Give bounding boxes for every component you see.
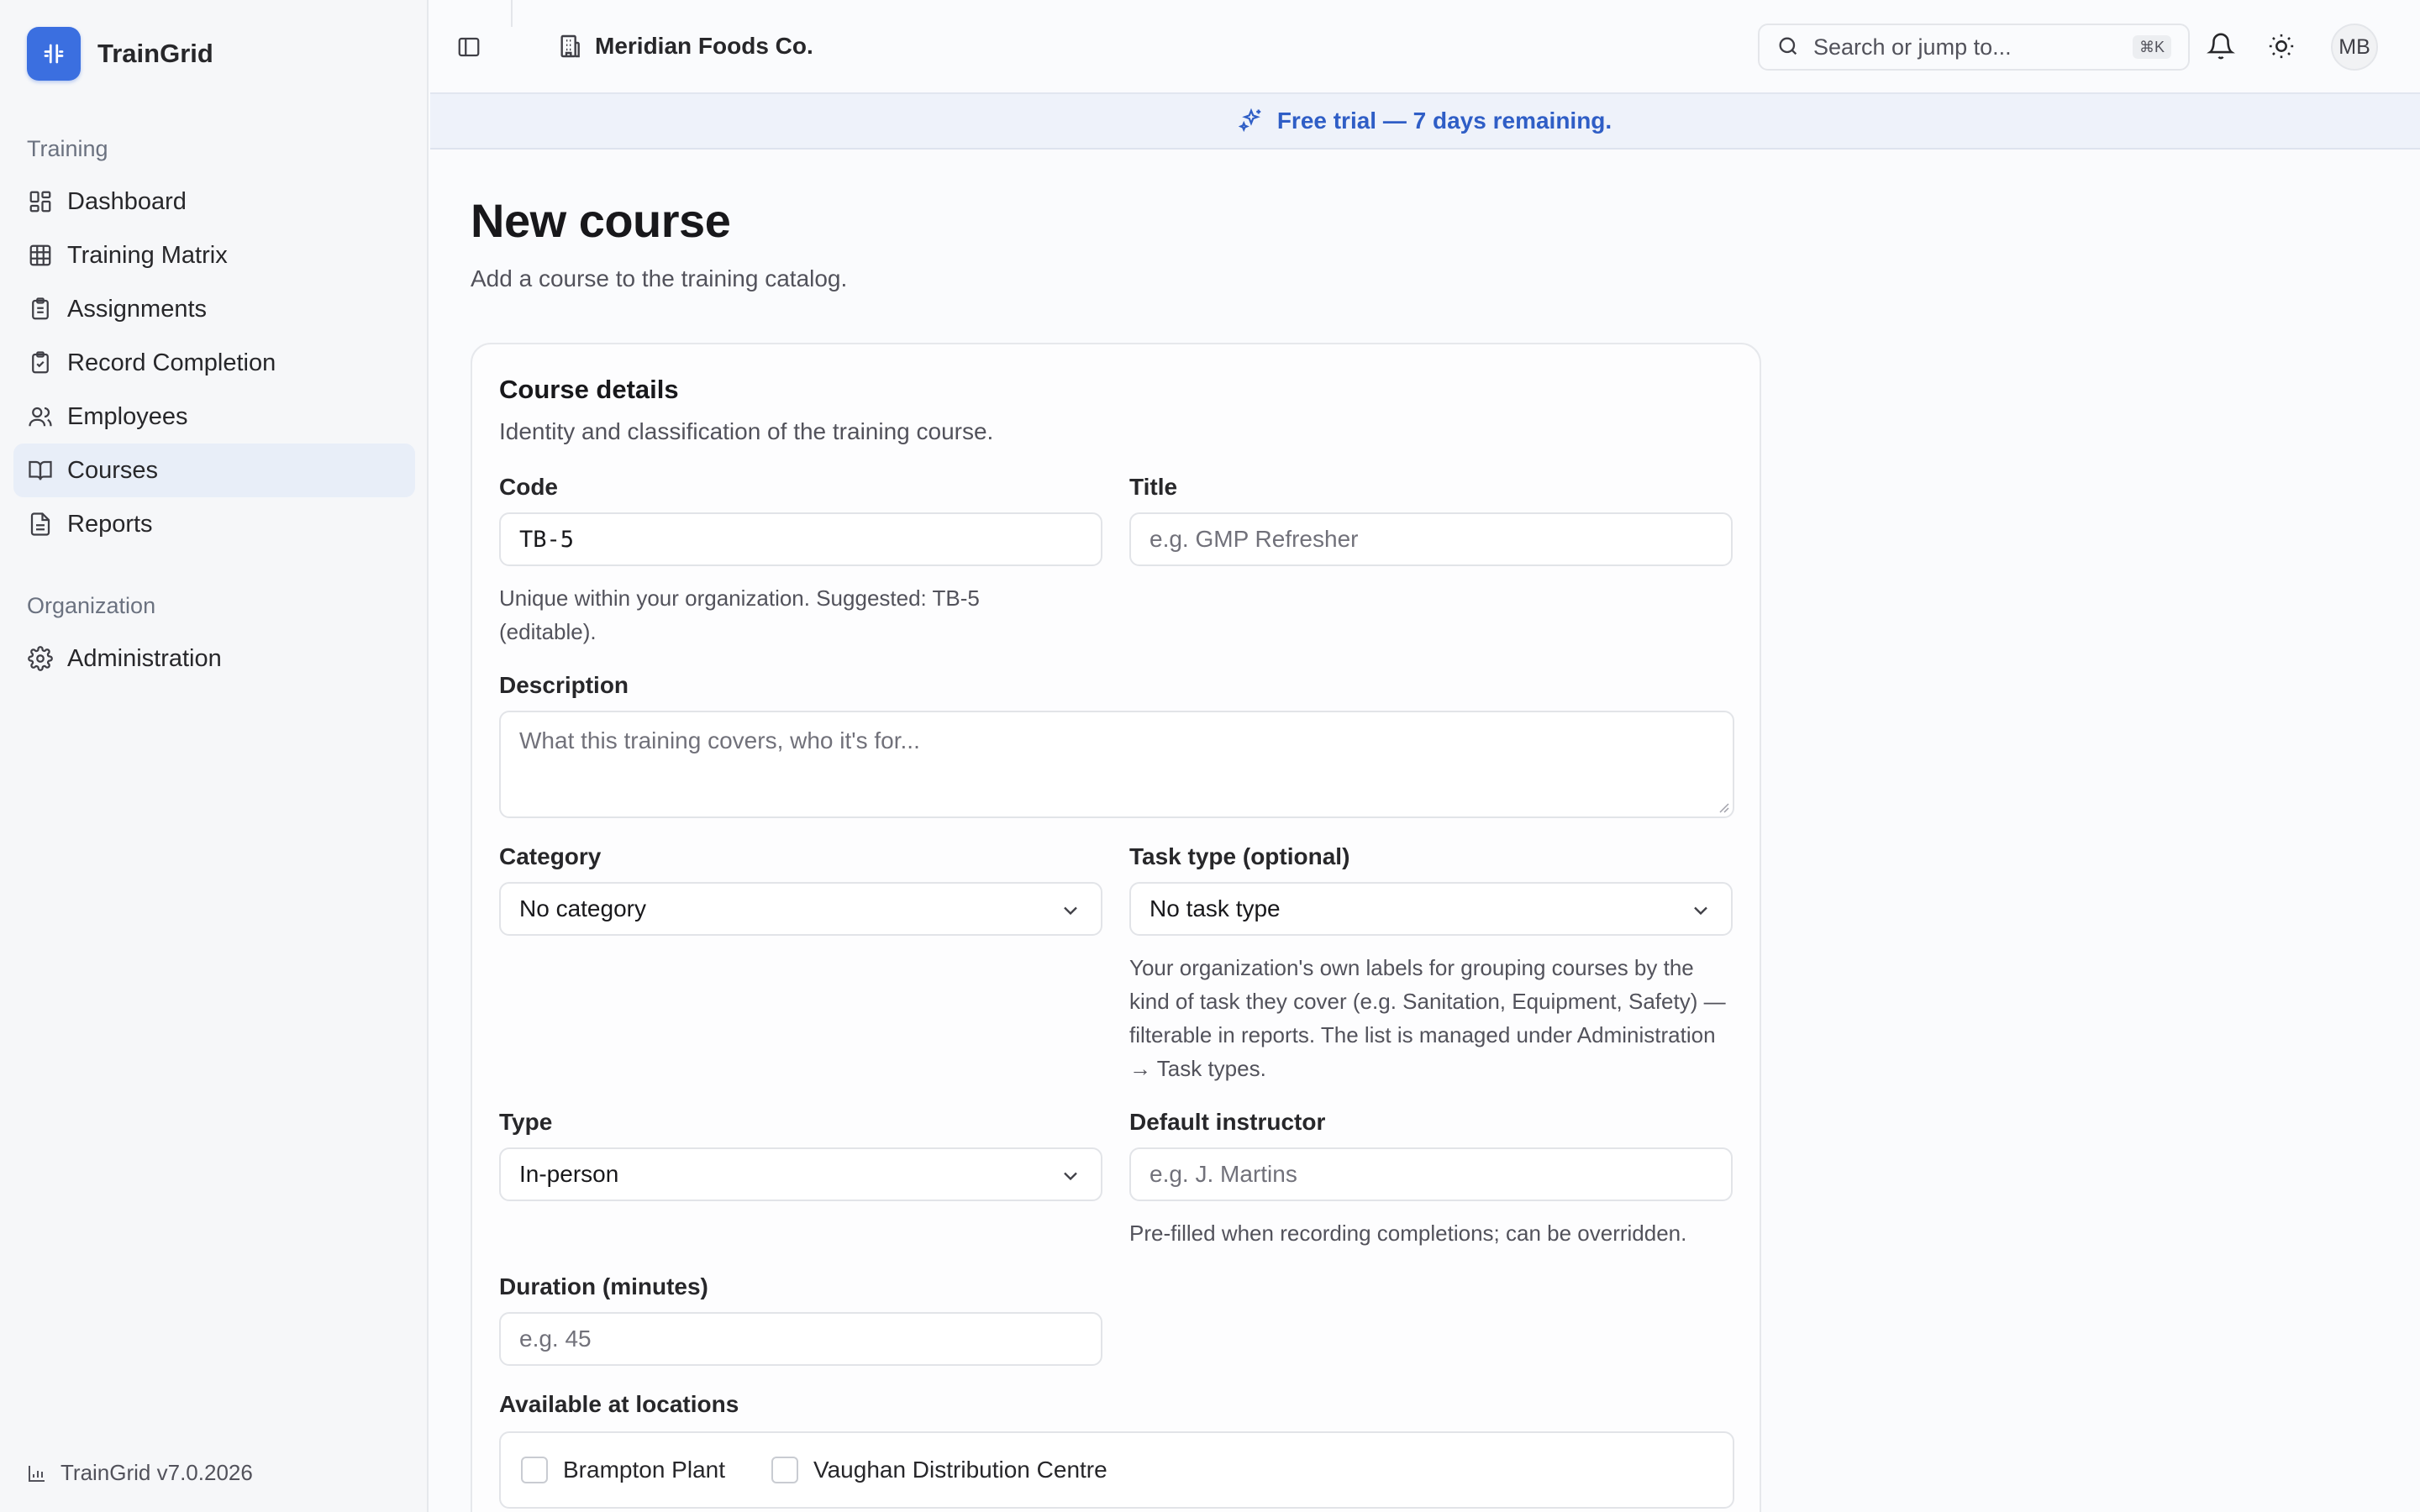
version-text: TrainGrid v7.0.2026 [60, 1460, 253, 1485]
users-icon [27, 403, 54, 430]
version-label: TrainGrid v7.0.2026 [27, 1460, 253, 1486]
code-input[interactable]: TB-5 [499, 512, 1102, 566]
sidebar-item-training-matrix[interactable]: Training Matrix [13, 228, 415, 282]
banner-text: Free trial — 7 days remaining. [1276, 108, 1612, 134]
description-textarea[interactable]: What this training covers, who it's for.… [499, 711, 1734, 818]
description-placeholder: What this training covers, who it's for.… [519, 727, 920, 753]
course-details-card: Course details Identity and classificati… [471, 343, 1761, 1512]
sidebar-item-reports[interactable]: Reports [13, 497, 415, 551]
locations-box: Brampton Plant Vaughan Distribution Cent… [499, 1431, 1734, 1509]
category-value: No category [519, 895, 646, 921]
nav-group-organization: Organization [27, 593, 156, 618]
sparkles-icon [1238, 108, 1265, 134]
instructor-input[interactable]: e.g. J. Martins [1129, 1147, 1733, 1201]
sidebar-item-record-completion[interactable]: Record Completion [13, 336, 415, 390]
sidebar-toggle-button[interactable] [454, 32, 484, 62]
section-title: Course details [499, 375, 679, 404]
location-option-vaughan[interactable]: Vaughan Distribution Centre [771, 1457, 1107, 1483]
section-description: Identity and classification of the train… [499, 418, 994, 444]
sidebar-item-employees[interactable]: Employees [13, 390, 415, 444]
sidebar-item-label: Training Matrix [67, 241, 228, 269]
clipboard-check-icon [27, 349, 54, 376]
sidebar-item-administration[interactable]: Administration [13, 632, 415, 685]
task-type-help: Your organization's own labels for group… [1129, 955, 1726, 1081]
sidebar-item-label: Reports [67, 510, 153, 538]
sidebar-item-label: Dashboard [67, 187, 187, 215]
title-label: Title [1129, 474, 1178, 500]
avatar[interactable]: MB [2331, 24, 2378, 71]
file-icon [27, 511, 54, 538]
instructor-help: Pre-filled when recording completions; c… [1129, 1221, 1687, 1246]
code-label: Code [499, 474, 558, 500]
sun-icon [2269, 34, 2294, 59]
chevron-down-icon [1059, 1164, 1082, 1188]
sidebar: TrainGrid Training Dashboard Training Ma… [0, 0, 429, 1512]
type-value: In-person [519, 1161, 619, 1187]
gear-icon [27, 645, 54, 672]
org-name: Meridian Foods Co. [595, 33, 813, 59]
top-header: Meridian Foods Co. Search or jump to... … [430, 0, 2420, 92]
type-select[interactable]: In-person [499, 1147, 1102, 1201]
search-shortcut-badge: ⌘K [2132, 35, 2171, 59]
duration-label: Duration (minutes) [499, 1273, 708, 1299]
duration-placeholder: e.g. 45 [519, 1326, 592, 1352]
grid-icon [27, 242, 54, 269]
location-label: Brampton Plant [563, 1457, 725, 1483]
title-input[interactable]: e.g. GMP Refresher [1129, 512, 1733, 566]
nav-group-training: Training [27, 136, 108, 161]
sidebar-item-label: Courses [67, 456, 158, 484]
sidebar-item-dashboard[interactable]: Dashboard [13, 175, 415, 228]
app-root: TrainGrid Training Dashboard Training Ma… [0, 0, 2420, 1512]
task-type-select[interactable]: No task type [1129, 882, 1733, 936]
search-placeholder: Search or jump to... [1813, 34, 2012, 60]
chevron-down-icon [1059, 899, 1082, 922]
description-label: Description [499, 672, 629, 698]
type-label: Type [499, 1109, 553, 1135]
task-type-label: Task type (optional) [1129, 843, 1350, 869]
dashboard-icon [27, 188, 54, 215]
book-icon [27, 457, 54, 484]
page-subtitle: Add a course to the training catalog. [471, 265, 848, 291]
org-switcher[interactable]: Meridian Foods Co. [556, 30, 813, 62]
theme-toggle-button[interactable] [2267, 32, 2296, 60]
panel-left-icon [458, 37, 480, 57]
chart-icon [27, 1463, 47, 1483]
sidebar-item-courses[interactable]: Courses [13, 444, 415, 497]
category-select[interactable]: No category [499, 882, 1102, 936]
resize-handle-icon[interactable] [1716, 800, 1729, 813]
clipboard-icon [27, 296, 54, 323]
sidebar-item-label: Administration [67, 644, 222, 672]
code-value: TB-5 [519, 526, 575, 553]
instructor-placeholder: e.g. J. Martins [1150, 1161, 1297, 1187]
duration-input[interactable]: e.g. 45 [499, 1312, 1102, 1366]
instructor-label: Default instructor [1129, 1109, 1326, 1135]
location-label: Vaughan Distribution Centre [813, 1457, 1107, 1483]
sidebar-item-label: Record Completion [67, 349, 276, 376]
title-placeholder: e.g. GMP Refresher [1150, 526, 1359, 552]
brand[interactable]: TrainGrid [27, 27, 213, 81]
checkbox[interactable] [771, 1457, 798, 1483]
trial-banner: Free trial — 7 days remaining. [430, 92, 2420, 150]
checkbox[interactable] [521, 1457, 548, 1483]
chevron-down-icon [1689, 899, 1712, 922]
page-title: New course [471, 194, 731, 247]
notifications-button[interactable] [2207, 32, 2235, 60]
brand-name: TrainGrid [97, 39, 213, 68]
sidebar-item-label: Assignments [67, 295, 208, 323]
locations-label: Available at locations [499, 1391, 739, 1417]
location-option-brampton[interactable]: Brampton Plant [521, 1457, 725, 1483]
sidebar-item-assignments[interactable]: Assignments [13, 282, 415, 336]
category-label: Category [499, 843, 602, 869]
code-help: Unique within your organization. Suggest… [499, 585, 980, 644]
task-type-value: No task type [1150, 895, 1281, 921]
search-input[interactable]: Search or jump to... ⌘K [1758, 24, 2190, 71]
header-divider [511, 0, 513, 27]
bell-icon [2207, 33, 2235, 60]
search-icon [1776, 34, 1802, 60]
building-icon [556, 33, 583, 60]
sidebar-item-label: Employees [67, 402, 188, 430]
brand-logo-icon [27, 27, 81, 81]
